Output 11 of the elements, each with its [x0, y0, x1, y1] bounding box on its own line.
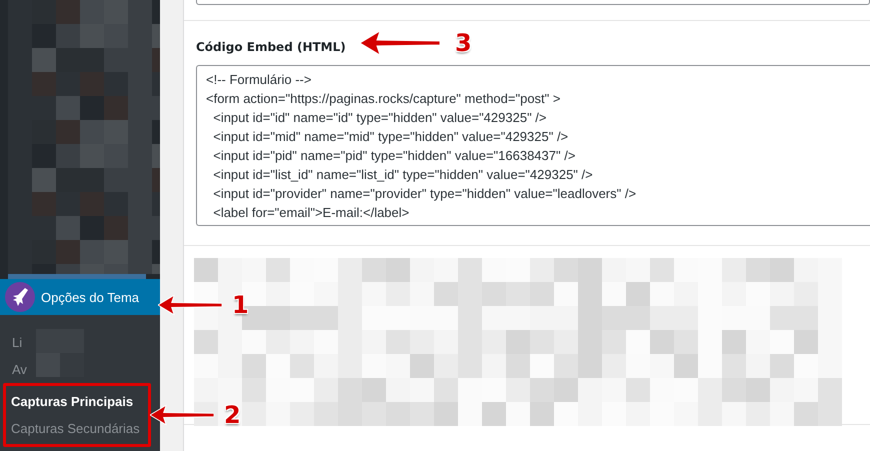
submenu-item[interactable]: Capturas Principais — [6, 388, 136, 415]
submenu-item[interactable]: Capturas Secundárias — [6, 415, 142, 442]
submenu-item[interactable]: Av — [0, 356, 29, 383]
annotation-number: 3 — [455, 30, 472, 56]
menu-label: Opções do Tema — [41, 290, 140, 305]
code-field[interactable]: <!-- Formulário --> <form action="https://paginas.rocks/capture" method="post" > <input id="id" name="id" type="hidden" value="429325" /> <input id="mid" name="mid" type="hidden" value="429325" /> <input id="pid" name="pid" type="hidden" value="16638437" /> <input id="list_id" name="list_id" type="hidden" value="429325" /> <input id="provider" name="provider" type="hidden" value="leadlovers" /> <label for="email">E-mail:</label> — [196, 65, 870, 226]
annotation-number: 1 — [232, 292, 249, 318]
menu-item[interactable]: Opções do Tema — [0, 279, 160, 315]
field-label: Código Embed (HTML) — [196, 40, 346, 54]
submenu-item[interactable]: Li — [0, 329, 24, 356]
annotation-number: 2 — [224, 402, 241, 428]
